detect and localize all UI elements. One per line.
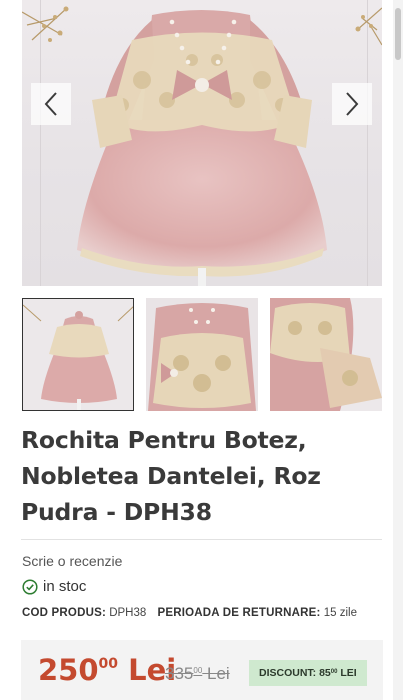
thumbnail-2[interactable] (146, 298, 258, 411)
product-meta: COD PRODUS: DPH38 PERIOADA DE RETURNARE:… (22, 607, 365, 619)
price-box: 25000 Lei 33500 Lei DISCOUNT: 85 00 LEI (21, 640, 383, 700)
return-period-label: PERIOADA DE RETURNARE: (157, 607, 321, 619)
discount-badge: DISCOUNT: 85 00 LEI (249, 660, 367, 686)
current-price: 25000 Lei (38, 653, 177, 687)
old-price: 33500 Lei (165, 664, 230, 683)
gallery-prev-button[interactable] (31, 83, 71, 125)
gallery-next-button[interactable] (332, 83, 372, 125)
thumbnail-strip (22, 298, 382, 411)
return-period-value: 15 zile (323, 607, 357, 619)
product-page: Rochita Pentru Botez, Nobletea Dantelei,… (0, 0, 403, 700)
check-circle-icon (22, 578, 38, 595)
product-code-value: DPH38 (109, 607, 147, 619)
scrollbar-thumb[interactable] (395, 8, 401, 60)
thumbnail-1[interactable] (22, 298, 134, 411)
chevron-left-icon (44, 92, 57, 116)
thumbnail-image (23, 299, 133, 410)
product-title: Rochita Pentru Botez, Nobletea Dantelei,… (21, 426, 321, 526)
main-product-image[interactable] (22, 0, 382, 286)
chevron-right-icon (346, 92, 359, 116)
thumbnail-image (270, 298, 382, 411)
thumbnail-3[interactable] (270, 298, 382, 411)
thumbnail-image (146, 298, 258, 411)
write-review-link[interactable]: Scrie o recenzie (22, 553, 122, 569)
product-code-label: COD PRODUS: (22, 607, 106, 619)
scrollbar[interactable] (393, 0, 403, 700)
dress-photo (22, 0, 382, 286)
stock-status: in stoc (22, 578, 86, 595)
stock-text: in stoc (43, 578, 87, 595)
divider (21, 539, 382, 540)
